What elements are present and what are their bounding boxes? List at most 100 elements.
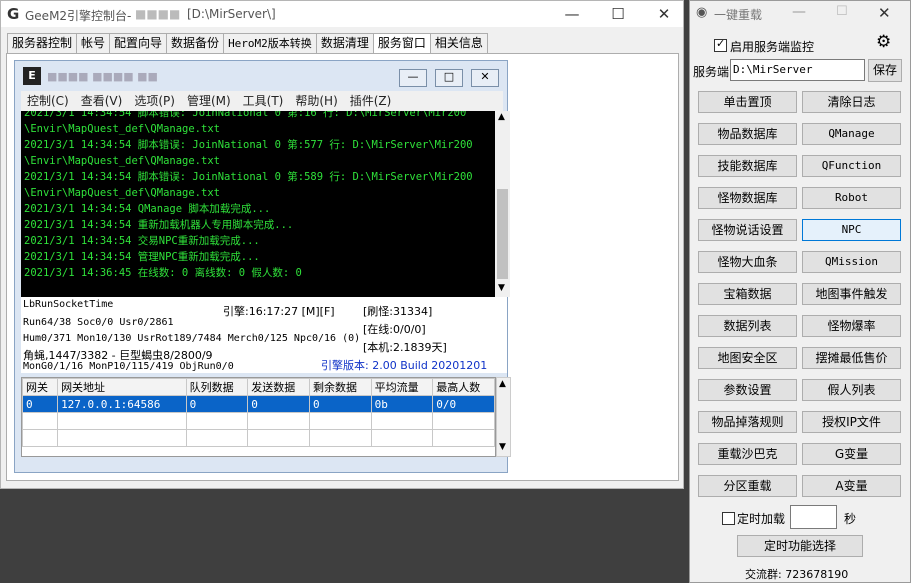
monster-db-button[interactable]: 怪物数据库 xyxy=(698,187,797,209)
zone-reload-button[interactable]: 分区重载 xyxy=(698,475,797,497)
menu-control[interactable]: 控制(C) xyxy=(21,91,75,111)
m2-close-icon[interactable]: ✕ xyxy=(471,69,499,87)
gateway-table[interactable]: 网关 网关地址 队列数据 发送数据 剩余数据 平均流量 最高人数 0 127.0… xyxy=(21,377,496,457)
bot-list-button[interactable]: 假人列表 xyxy=(802,379,901,401)
stat-hum: Hum0/371 Mon10/130 UsrRot189/7484 Merch0… xyxy=(23,333,361,344)
menu-help[interactable]: 帮助(H) xyxy=(289,91,343,111)
pin-top-button[interactable]: 单击置顶 xyxy=(698,91,797,113)
app-logo-icon: G xyxy=(7,5,20,23)
tab-service-window[interactable]: 服务窗口 xyxy=(372,33,431,55)
tab-related-info[interactable]: 相关信息 xyxy=(429,33,488,53)
col-gateway[interactable]: 网关 xyxy=(21,378,59,396)
panel-maximize-icon[interactable]: ☐ xyxy=(836,4,848,19)
drop-rate-button[interactable]: 怪物爆率 xyxy=(802,315,901,337)
m2-menubar: 控制(C) 查看(V) 选项(P) 管理(M) 工具(T) 帮助(H) 插件(Z) xyxy=(21,91,503,111)
tab-config-wizard[interactable]: 配置向导 xyxy=(109,33,168,53)
m2-app-icon: E xyxy=(23,67,41,85)
table-row-empty xyxy=(21,429,495,447)
qfunction-button[interactable]: QFunction xyxy=(802,155,901,177)
stat-run: Run64/38 Soc0/0 Usr0/2861 xyxy=(23,317,174,328)
qmanage-button[interactable]: QManage xyxy=(802,123,901,145)
tab-account[interactable]: 帐号 xyxy=(76,33,111,53)
table-scrollbar[interactable]: ▲ ▼ xyxy=(496,377,511,457)
stat-mon: MonG0/1/16 MonP10/115/419 ObjRun0/0 xyxy=(23,361,234,372)
log-scroll-thumb[interactable] xyxy=(497,189,508,279)
col-sent[interactable]: 发送数据 xyxy=(247,378,310,396)
panel-minimize-icon[interactable]: — xyxy=(792,4,806,20)
item-db-button[interactable]: 物品数据库 xyxy=(698,123,797,145)
col-queue[interactable]: 队列数据 xyxy=(185,378,249,396)
skill-db-button[interactable]: 技能数据库 xyxy=(698,155,797,177)
timer-checkbox[interactable] xyxy=(722,512,735,525)
col-address[interactable]: 网关地址 xyxy=(57,378,187,396)
g-variable-button[interactable]: G变量 xyxy=(802,443,901,465)
panel-close-icon[interactable]: ✕ xyxy=(878,4,891,22)
table-cell: 127.0.0.1:64586 xyxy=(57,395,187,413)
m2-titlebar[interactable]: E ■■■■ ■■■■ ■■ — □ ✕ xyxy=(15,61,507,91)
col-max-users[interactable]: 最高人数 xyxy=(432,378,495,396)
map-event-button[interactable]: 地图事件触发 xyxy=(802,283,901,305)
col-remaining[interactable]: 剩余数据 xyxy=(308,378,372,396)
main-title-prefix: GeeM2引擎控制台- xyxy=(25,9,132,23)
monitor-checkbox[interactable]: ✓ xyxy=(714,37,727,52)
a-variable-button[interactable]: A变量 xyxy=(802,475,901,497)
col-avg-traffic[interactable]: 平均流量 xyxy=(370,378,434,396)
log-scrollbar[interactable]: ▲ ▼ xyxy=(495,111,510,297)
monster-hpbar-button[interactable]: 怪物大血条 xyxy=(698,251,797,273)
m2-maximize-icon[interactable]: □ xyxy=(435,69,463,87)
menu-plugins[interactable]: 插件(Z) xyxy=(344,91,398,111)
save-button[interactable]: 保存 xyxy=(868,59,902,82)
scroll-up-icon[interactable]: ▲ xyxy=(498,112,505,122)
engine-version: 引擎版本: 2.00 Build 20201201 xyxy=(321,359,488,372)
npc-button[interactable]: NPC xyxy=(802,219,901,241)
auth-ip-file-button[interactable]: 授权IP文件 xyxy=(802,411,901,433)
menu-manage[interactable]: 管理(M) xyxy=(181,91,237,111)
stat-refresh: [刷怪:31334] xyxy=(363,305,433,318)
log-line: \Envir\MapQuest_def\QManage.txt xyxy=(24,155,220,167)
qmission-button[interactable]: QMission xyxy=(802,251,901,273)
data-list-button[interactable]: 数据列表 xyxy=(698,315,797,337)
log-line: 2021/3/1 14:34:54 脚本错误: JoinNational 0 第… xyxy=(24,171,473,183)
scroll-up-icon[interactable]: ▲ xyxy=(499,379,506,389)
tab-herom2-convert[interactable]: HeroM2版本转换 xyxy=(223,33,317,53)
reload-panel: ◉ 一键重载 — ☐ ✕ ✓ 启用服务端监控 ⚙ 服务端 D:\MirServe… xyxy=(689,0,911,583)
main-titlebar[interactable]: G GeeM2引擎控制台- ■■■■ [D:\MirServer\] — ☐ ✕ xyxy=(1,1,683,27)
main-title-path: [D:\MirServer\] xyxy=(187,7,276,21)
server-path-input[interactable]: D:\MirServer xyxy=(730,59,865,81)
server-log[interactable]: 2021/3/1 14:34:54 脚本错误: JoinNational 0 第… xyxy=(21,111,495,297)
stall-min-price-button[interactable]: 摆摊最低售价 xyxy=(802,347,901,369)
gear-icon[interactable]: ⚙ xyxy=(876,32,891,52)
log-line: \Envir\MapQuest_def\QManage.txt xyxy=(24,123,220,135)
scroll-down-icon[interactable]: ▼ xyxy=(498,283,505,293)
monster-speech-button[interactable]: 怪物说话设置 xyxy=(698,219,797,241)
minimize-icon[interactable]: — xyxy=(549,1,595,27)
table-cell: 0 xyxy=(185,395,249,413)
menu-options[interactable]: 选项(P) xyxy=(128,91,181,111)
menu-tools[interactable]: 工具(T) xyxy=(237,91,290,111)
log-line: 2021/3/1 14:36:45 在线数: 0 离线数: 0 假人数: 0 xyxy=(24,267,302,279)
maximize-icon[interactable]: ☐ xyxy=(595,1,641,27)
server-stats: LbRunSocketTime 引擎:16:17:27 [M][F] [刷怪:3… xyxy=(21,297,507,373)
clear-log-button[interactable]: 清除日志 xyxy=(802,91,901,113)
timer-seconds-input[interactable] xyxy=(790,505,837,529)
table-row[interactable]: 0 127.0.0.1:64586 0 0 0 0b 0/0 xyxy=(21,395,495,413)
tab-data-backup[interactable]: 数据备份 xyxy=(166,33,225,53)
robot-button[interactable]: Robot xyxy=(802,187,901,209)
map-safezone-button[interactable]: 地图安全区 xyxy=(698,347,797,369)
param-settings-button[interactable]: 参数设置 xyxy=(698,379,797,401)
timer-label: 定时加载 xyxy=(737,512,786,526)
log-line: 2021/3/1 14:34:54 QManage 脚本加载完成... xyxy=(24,203,271,215)
item-drop-rules-button[interactable]: 物品掉落规则 xyxy=(698,411,797,433)
table-cell: 0 xyxy=(308,395,372,413)
tab-data-cleanup[interactable]: 数据清理 xyxy=(315,33,374,53)
main-title-blurred: ■■■■ xyxy=(135,7,181,21)
table-cell: 0 xyxy=(21,395,59,413)
close-icon[interactable]: ✕ xyxy=(641,1,687,27)
reload-sabuk-button[interactable]: 重载沙巴克 xyxy=(698,443,797,465)
chest-data-button[interactable]: 宝箱数据 xyxy=(698,283,797,305)
timer-select-button[interactable]: 定时功能选择 xyxy=(737,535,863,557)
m2-minimize-icon[interactable]: — xyxy=(399,69,427,87)
tab-server-control[interactable]: 服务器控制 xyxy=(7,33,78,53)
menu-view[interactable]: 查看(V) xyxy=(75,91,129,111)
scroll-down-icon[interactable]: ▼ xyxy=(499,442,506,452)
